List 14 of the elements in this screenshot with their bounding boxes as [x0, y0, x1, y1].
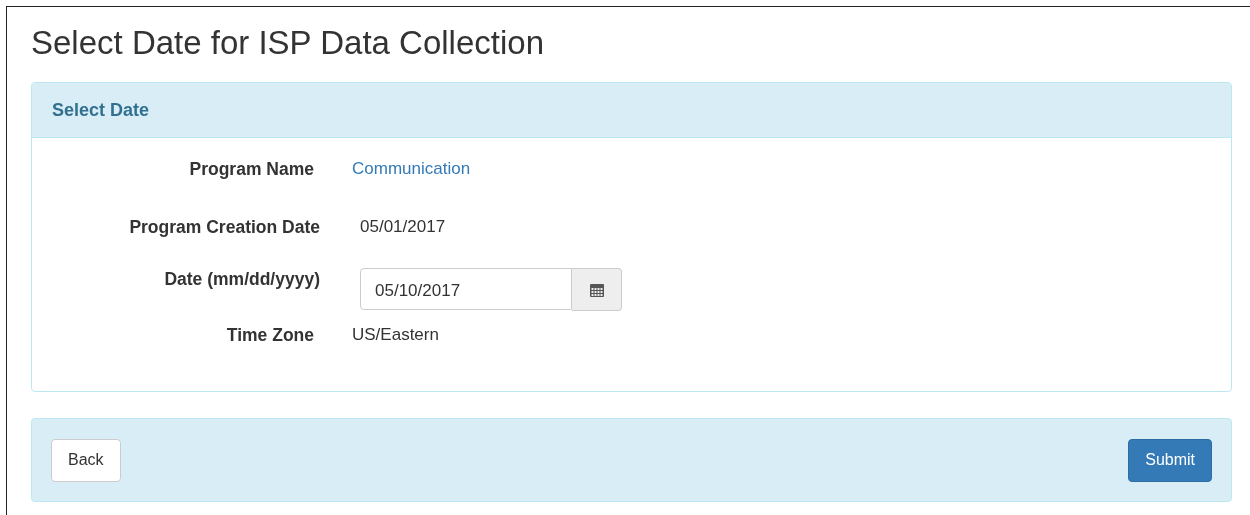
calendar-button[interactable] [572, 268, 622, 311]
field-value: US/Eastern [352, 324, 440, 346]
field-label: Date (mm/dd/yyyy) [163, 268, 320, 290]
panel-heading: Select Date [52, 99, 150, 121]
field-label: Time Zone [225, 324, 315, 346]
submit-button[interactable]: Submit [1128, 438, 1212, 482]
field-label: Program Creation Date [128, 216, 320, 238]
back-button[interactable]: Back [51, 438, 121, 482]
page-title: Select Date for ISP Data Collection [31, 23, 545, 61]
field-label: Program Name [188, 158, 315, 180]
field-value: 05/01/2017 [360, 216, 447, 238]
program-link[interactable]: Communication [352, 158, 1231, 180]
date-field[interactable]: 05/10/2017 [360, 268, 572, 310]
calendar-icon[interactable] [589, 282, 604, 297]
